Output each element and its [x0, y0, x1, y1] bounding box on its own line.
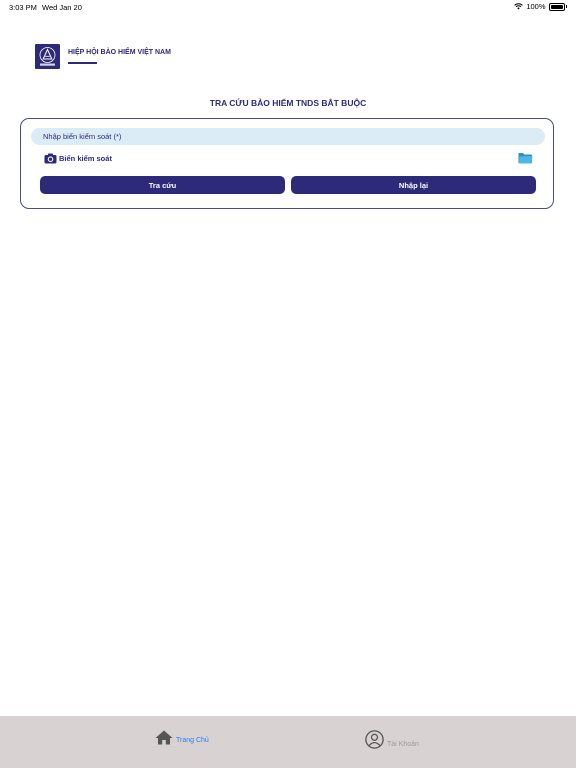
- wifi-icon: [514, 3, 524, 10]
- camera-icon: [44, 153, 57, 164]
- battery-cap: [565, 5, 567, 8]
- search-card: Biển kiểm soát Tra cứu Nhập lại: [20, 118, 554, 209]
- tab-home[interactable]: Trang Chủ: [155, 730, 209, 745]
- status-time: 3:03 PM: [9, 3, 37, 12]
- tab-home-label: Trang Chủ: [176, 737, 209, 744]
- battery-icon: [548, 2, 565, 11]
- home-icon: [155, 730, 173, 745]
- tab-bar: Trang Chủ Tài Khoản: [0, 716, 576, 768]
- logo: [35, 44, 60, 69]
- battery-percent: 100%: [526, 2, 546, 11]
- plate-number-input[interactable]: [31, 128, 545, 145]
- camera-scan-option[interactable]: Biển kiểm soát: [44, 153, 112, 164]
- tab-account[interactable]: Tài Khoản: [365, 730, 419, 749]
- org-name-underline: [68, 62, 97, 64]
- org-name: HIỆP HỘI BẢO HIỂM VIỆT NAM: [68, 49, 171, 56]
- account-icon: [365, 730, 384, 749]
- reset-button[interactable]: Nhập lại: [291, 176, 536, 194]
- folder-icon[interactable]: [518, 152, 533, 164]
- status-right: 100%: [514, 2, 567, 11]
- status-bar: 3:03 PM Wed Jan 20 100%: [0, 0, 576, 14]
- tab-account-label: Tài Khoản: [387, 741, 419, 748]
- camera-scan-label: Biển kiểm soát: [59, 154, 112, 163]
- page-title: TRA CỨU BẢO HIỂM TNDS BẮT BUỘC: [209, 98, 367, 108]
- status-date: Wed Jan 20: [42, 3, 82, 12]
- search-button[interactable]: Tra cứu: [40, 176, 285, 194]
